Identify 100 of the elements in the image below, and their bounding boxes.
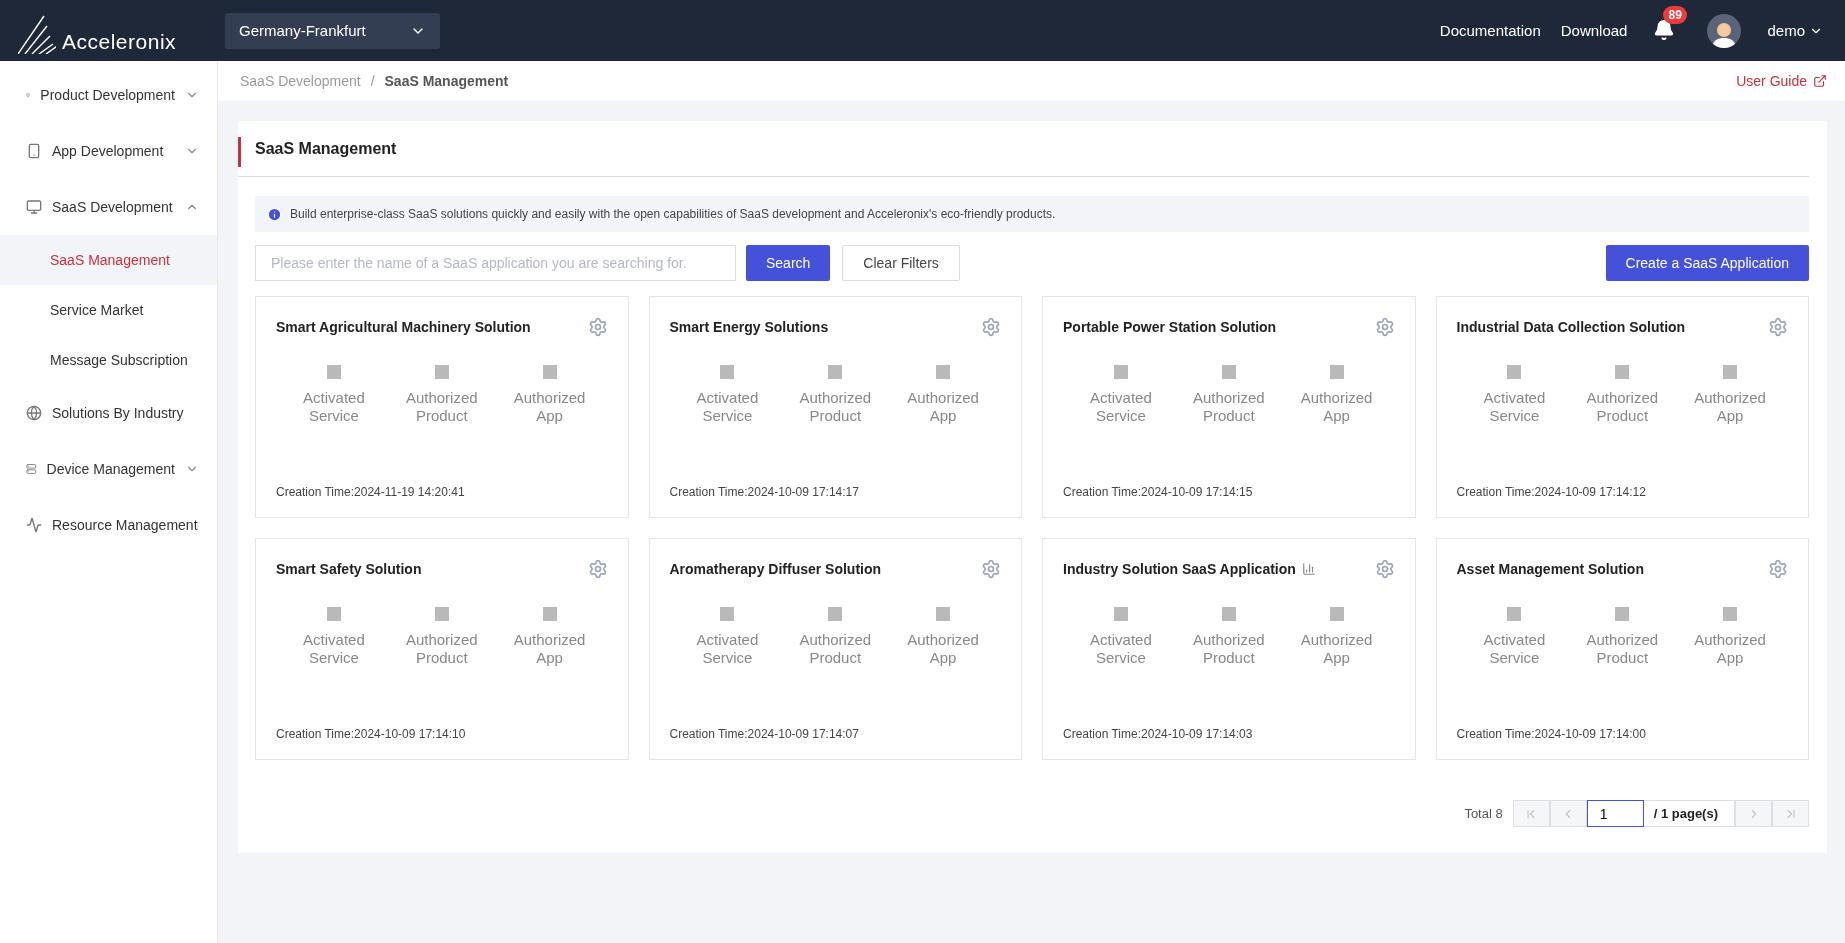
pixelated-icon xyxy=(720,607,735,621)
pixelated-icon xyxy=(326,607,341,621)
pixelated-icon xyxy=(434,607,449,621)
search-field[interactable]: Please enter the name of a SaaS application you are searching for. xyxy=(255,245,736,281)
stat-label: Authorized App xyxy=(512,389,587,425)
solution-card[interactable]: Smart Agricultural Machinery Solution Activated Service Authorized Product Authorized App Creation Time:2024-11-19 14:20:41 xyxy=(255,296,629,518)
pulse-icon xyxy=(26,517,42,533)
stat-label: Activated Service xyxy=(1482,631,1547,667)
page-title: SaaS Management xyxy=(255,139,397,158)
user-guide-link[interactable]: User Guide xyxy=(1736,73,1827,89)
sidebar-item[interactable]: Solutions By Industry xyxy=(0,385,217,441)
pixelated-icon xyxy=(1723,607,1738,621)
pixelated-icon xyxy=(1113,365,1128,379)
stat-label: Authorized Product xyxy=(404,631,479,667)
solution-card[interactable]: Smart Safety Solution Activated Service Authorized Product Authorized App Creation Time:2024-10-09 17:14:10 xyxy=(255,538,629,760)
settings-icon[interactable] xyxy=(1374,317,1395,337)
creation-time: Creation Time:2024-10-09 17:14:00 xyxy=(1456,727,1647,741)
logo-text: Acceleronix xyxy=(62,30,177,52)
pixelated-icon xyxy=(1615,365,1630,379)
pixelated-icon xyxy=(1329,365,1344,379)
clear-filters-button[interactable]: Clear Filters xyxy=(842,245,960,281)
solution-card[interactable]: Industrial Data Collection Solution Activated Service Authorized Product Authorized App Creation Time:2024-10-09 17:14:12 xyxy=(1435,296,1809,518)
server-icon xyxy=(26,461,37,477)
user-menu[interactable]: demo xyxy=(1761,21,1829,40)
pixelated-icon xyxy=(542,365,557,379)
pixelated-icon xyxy=(1221,607,1236,621)
settings-icon[interactable] xyxy=(587,559,608,579)
stat-label: Activated Service xyxy=(1089,631,1153,667)
pixelated-icon xyxy=(936,607,951,621)
phone-icon xyxy=(26,143,42,159)
stat-label: Authorized Product xyxy=(1191,631,1266,667)
pixelated-icon xyxy=(326,365,341,379)
stat-label: Authorized App xyxy=(906,631,980,667)
card-title: Smart Energy Solutions xyxy=(669,319,829,335)
settings-icon[interactable] xyxy=(981,559,1001,579)
solution-card[interactable]: Aromatherapy Diffuser Solution Activated Service Authorized Product Authorized App Creation Time:2024-10-09 17:14:07 xyxy=(648,538,1022,760)
header-link[interactable]: Documentation xyxy=(1439,22,1541,39)
stat-label: Activated Service xyxy=(1089,389,1153,425)
settings-icon[interactable] xyxy=(1768,317,1788,337)
sidebar-subitem[interactable]: Service Market xyxy=(0,285,217,335)
stat-label: Activated Service xyxy=(695,389,760,425)
bell-icon[interactable] xyxy=(1653,18,1676,41)
card-title: Industrial Data Collection Solution xyxy=(1456,319,1686,335)
stat-label: Authorized App xyxy=(906,389,980,425)
creation-time: Creation Time:2024-10-09 17:14:15 xyxy=(1063,485,1254,499)
solution-card[interactable]: Asset Management Solution Activated Service Authorized Product Authorized App Creation Time:2024-10-09 17:14:00 xyxy=(1435,538,1809,760)
creation-time: Creation Time:2024-11-19 14:20:41 xyxy=(276,485,466,499)
stat-label: Authorized Product xyxy=(1585,389,1660,425)
stat-label: Authorized Product xyxy=(1585,631,1660,667)
stat-label: Authorized App xyxy=(512,631,587,667)
pixelated-icon xyxy=(434,365,449,379)
card-title: Aromatherapy Diffuser Solution xyxy=(669,561,882,577)
create-button[interactable]: Create a SaaS Application xyxy=(1605,245,1809,281)
solution-card[interactable]: Smart Energy Solutions Activated Service Authorized Product Authorized App Creation Time:2024-10-09 17:14:17 xyxy=(648,296,1022,518)
sidebar-item[interactable]: Product Development xyxy=(0,67,217,123)
notification-badge: 89 xyxy=(1663,5,1687,24)
page-input[interactable]: 1 xyxy=(1586,800,1644,827)
creation-time: Creation Time:2024-10-09 17:14:10 xyxy=(276,727,467,741)
stat-label: Authorized App xyxy=(1299,389,1374,425)
pixelated-icon xyxy=(1113,607,1128,621)
pixelated-icon xyxy=(720,365,735,379)
breadcrumb-separator: / xyxy=(370,73,375,89)
solution-card[interactable]: Portable Power Station Solution Activated Service Authorized Product Authorized App Creation Time:2024-10-09 17:14:15 xyxy=(1042,296,1416,518)
info-icon xyxy=(267,206,282,222)
pixelated-icon xyxy=(1615,607,1630,621)
globe-icon xyxy=(26,405,42,421)
stat-label: Authorized Product xyxy=(798,389,873,425)
pixelated-icon xyxy=(936,365,951,379)
sidebar-item[interactable]: Resource Management xyxy=(0,497,217,553)
header-link[interactable]: Download xyxy=(1560,22,1628,39)
sidebar-item[interactable]: Device Management xyxy=(0,441,217,497)
settings-icon[interactable] xyxy=(1374,559,1395,579)
stat-label: Authorized App xyxy=(1693,389,1767,425)
region-dropdown[interactable]: Germany-Frankfurt xyxy=(225,12,440,49)
creation-time: Creation Time:2024-10-09 17:14:17 xyxy=(669,485,860,499)
stat-label: Authorized App xyxy=(1299,631,1374,667)
sidebar-subitem[interactable]: Message Subscription xyxy=(0,335,217,385)
breadcrumb-link[interactable]: SaaS Management xyxy=(384,73,509,89)
pixelated-icon xyxy=(828,365,843,379)
pixelated-icon xyxy=(1221,365,1236,379)
pixelated-icon xyxy=(1329,607,1344,621)
creation-time: Creation Time:2024-10-09 17:14:03 xyxy=(1063,727,1254,741)
settings-icon[interactable] xyxy=(1768,559,1788,579)
stat-label: Authorized App xyxy=(1693,631,1767,667)
sidebar-item[interactable]: SaaS Development xyxy=(0,179,217,235)
solution-card[interactable]: Industry Solution SaaS Application Activated Service Authorized Product Authorized App Creation Time:2024-10-09 17:14:03 xyxy=(1042,538,1416,760)
stat-label: Authorized Product xyxy=(404,389,479,425)
settings-icon[interactable] xyxy=(981,317,1001,337)
sidebar-item[interactable]: App Development xyxy=(0,123,217,179)
settings-icon[interactable] xyxy=(587,317,608,337)
chart-icon[interactable] xyxy=(1301,562,1316,576)
pixelated-icon xyxy=(542,607,557,621)
creation-time: Creation Time:2024-10-09 17:14:12 xyxy=(1456,485,1647,499)
card-title: Smart Agricultural Machinery Solution xyxy=(276,319,531,335)
search-button[interactable]: Search xyxy=(746,245,831,281)
stat-label: Activated Service xyxy=(302,631,366,667)
stat-label: Activated Service xyxy=(302,389,366,425)
avatar[interactable] xyxy=(1707,13,1742,48)
stat-label: Authorized Product xyxy=(1191,389,1266,425)
sidebar-subitem[interactable]: SaaS Management xyxy=(0,235,217,285)
